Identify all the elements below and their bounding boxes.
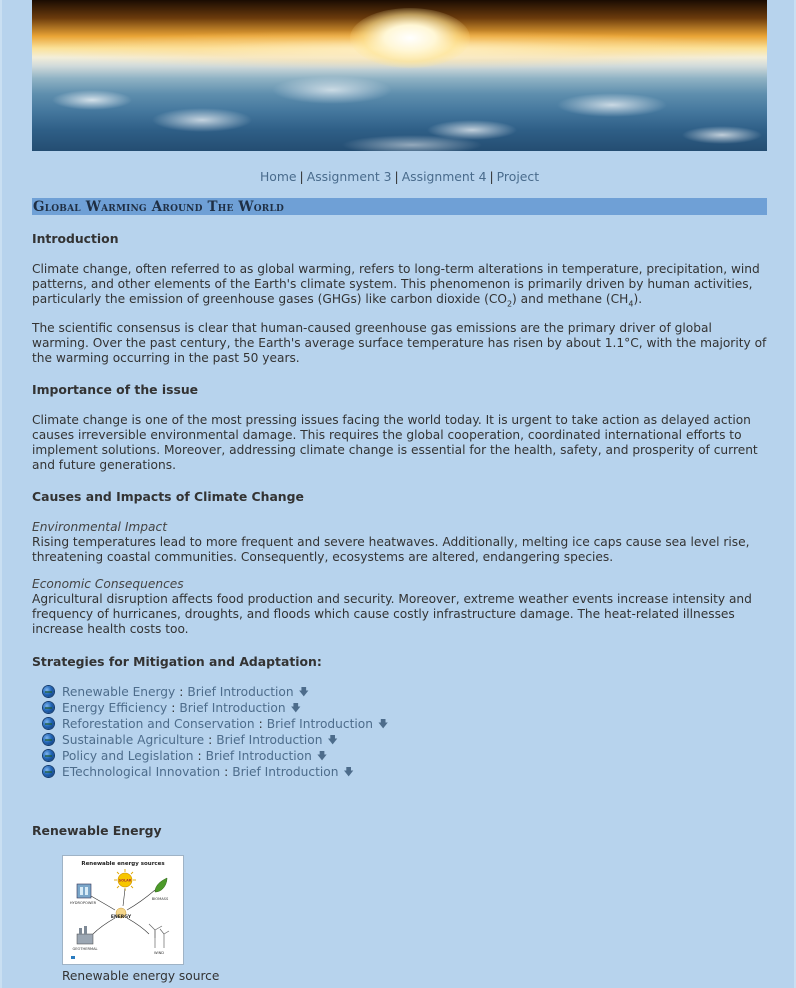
importance-paragraph: Climate change is one of the most pressi… bbox=[32, 413, 758, 472]
colon: : bbox=[179, 685, 184, 699]
renewable-energy-diagram: Renewable energy sources HYDROPOWER SOLA… bbox=[70, 861, 170, 959]
globe-icon bbox=[43, 702, 54, 713]
down-arrow-icon[interactable]: 🡇 bbox=[378, 717, 388, 733]
economic-consequences-text: Agricultural disruption affects food pro… bbox=[32, 592, 752, 636]
list-item: Energy Efficiency: Brief Introduction 🡇 bbox=[42, 700, 388, 716]
nav-assignment-4[interactable]: Assignment 4 bbox=[402, 169, 487, 184]
environmental-impact-text: Rising temperatures lead to more frequen… bbox=[32, 535, 750, 564]
header-banner-image bbox=[32, 0, 767, 151]
environmental-impact-label: Environmental Impact bbox=[32, 520, 167, 534]
brief-introduction-link[interactable]: Brief Introduction bbox=[187, 685, 293, 699]
importance-heading: Importance of the issue bbox=[32, 382, 199, 397]
causes-heading: Causes and Impacts of Climate Change bbox=[32, 489, 304, 504]
colon: : bbox=[197, 749, 202, 763]
list-item: Sustainable Agriculture: Brief Introducti… bbox=[42, 732, 388, 748]
top-nav: Home | Assignment 3 | Assignment 4 | Project bbox=[32, 169, 767, 184]
list-item: Policy and Legislation: Brief Introductio… bbox=[42, 748, 388, 764]
strategy-link-renewable-energy[interactable]: Renewable Energy bbox=[62, 685, 175, 699]
nav-assignment-3[interactable]: Assignment 3 bbox=[307, 169, 392, 184]
brief-introduction-link[interactable]: Brief Introduction bbox=[232, 765, 338, 779]
credit-logo bbox=[71, 956, 75, 959]
figure-caption: Renewable energy source bbox=[62, 969, 220, 983]
colon: : bbox=[258, 717, 263, 731]
hydropower-icon bbox=[76, 883, 92, 899]
list-item: ETechnological Innovation: Brief Introduc… bbox=[42, 764, 388, 780]
brief-introduction-link[interactable]: Brief Introduction bbox=[206, 749, 312, 763]
globe-icon bbox=[43, 750, 54, 761]
brief-introduction-link[interactable]: Brief Introduction bbox=[179, 701, 285, 715]
label-biomass: BIOMASS bbox=[152, 897, 169, 901]
nav-separator: | bbox=[299, 169, 304, 184]
nav-separator: | bbox=[489, 169, 494, 184]
geothermal-icon bbox=[76, 926, 94, 945]
strategy-link-energy-efficiency[interactable]: Energy Efficiency bbox=[62, 701, 167, 715]
down-arrow-icon[interactable]: 🡇 bbox=[328, 733, 338, 749]
list-item: Renewable Energy: Brief Introduction 🡇 bbox=[42, 684, 388, 700]
nav-home[interactable]: Home bbox=[260, 169, 297, 184]
intro-text-a: Climate change, often referred to as glo… bbox=[32, 262, 760, 306]
colon: : bbox=[224, 765, 229, 779]
down-arrow-icon[interactable]: 🡇 bbox=[343, 765, 353, 781]
label-solar: SOLAR bbox=[119, 879, 132, 883]
strategy-link-sustainable-agriculture[interactable]: Sustainable Agriculture bbox=[62, 733, 204, 747]
page: Home | Assignment 3 | Assignment 4 | Project G… bbox=[0, 0, 796, 988]
nav-project[interactable]: Project bbox=[497, 169, 539, 184]
colon: : bbox=[208, 733, 213, 747]
brief-introduction-link[interactable]: Brief Introduction bbox=[267, 717, 373, 731]
page-title: Global Warming Around The World bbox=[33, 199, 285, 215]
strategies-list: Renewable Energy: Brief Introduction 🡇 Ene… bbox=[42, 684, 388, 780]
down-arrow-icon[interactable]: 🡇 bbox=[317, 749, 327, 765]
globe-icon bbox=[43, 734, 54, 745]
label-hydropower: HYDROPOWER bbox=[70, 901, 97, 905]
colon: : bbox=[171, 701, 176, 715]
renewable-energy-figure[interactable]: Renewable energy sources HYDROPOWER SOLA… bbox=[62, 855, 184, 965]
label-wind: WIND bbox=[154, 951, 164, 955]
down-arrow-icon[interactable]: 🡇 bbox=[291, 701, 301, 717]
earth-clouds bbox=[32, 60, 767, 151]
left-rail bbox=[0, 0, 2, 988]
globe-icon bbox=[43, 766, 54, 777]
brief-introduction-link[interactable]: Brief Introduction bbox=[216, 733, 322, 747]
strategies-heading: Strategies for Mitigation and Adaptation… bbox=[32, 654, 322, 669]
globe-icon bbox=[43, 686, 54, 697]
leaf-icon bbox=[154, 877, 168, 893]
introduction-paragraph-2: The scientific consensus is clear that h… bbox=[32, 321, 767, 365]
nav-separator: | bbox=[394, 169, 399, 184]
economic-consequences-label: Economic Consequences bbox=[32, 577, 184, 591]
label-geothermal: GEOTHERMAL bbox=[72, 947, 97, 951]
introduction-paragraph-1: Climate change, often referred to as glo… bbox=[32, 262, 767, 311]
intro-text-b: ) and methane (CH bbox=[512, 292, 629, 306]
strategy-link-policy-legislation[interactable]: Policy and Legislation bbox=[62, 749, 193, 763]
figure-title: Renewable energy sources bbox=[81, 861, 165, 867]
intro-text-c: ). bbox=[633, 292, 643, 306]
globe-icon bbox=[43, 718, 54, 729]
page-title-bar: Global Warming Around The World bbox=[32, 198, 767, 215]
sun bbox=[350, 8, 470, 68]
introduction-heading: Introduction bbox=[32, 231, 119, 246]
down-arrow-icon[interactable]: 🡇 bbox=[299, 685, 309, 701]
renewable-energy-heading: Renewable Energy bbox=[32, 823, 162, 838]
strategy-link-technological-innovation[interactable]: ETechnological Innovation bbox=[62, 765, 220, 779]
wind-turbine-icon bbox=[148, 923, 170, 948]
list-item: Reforestation and Conservation: Brief Int… bbox=[42, 716, 388, 732]
strategy-link-reforestation[interactable]: Reforestation and Conservation bbox=[62, 717, 255, 731]
